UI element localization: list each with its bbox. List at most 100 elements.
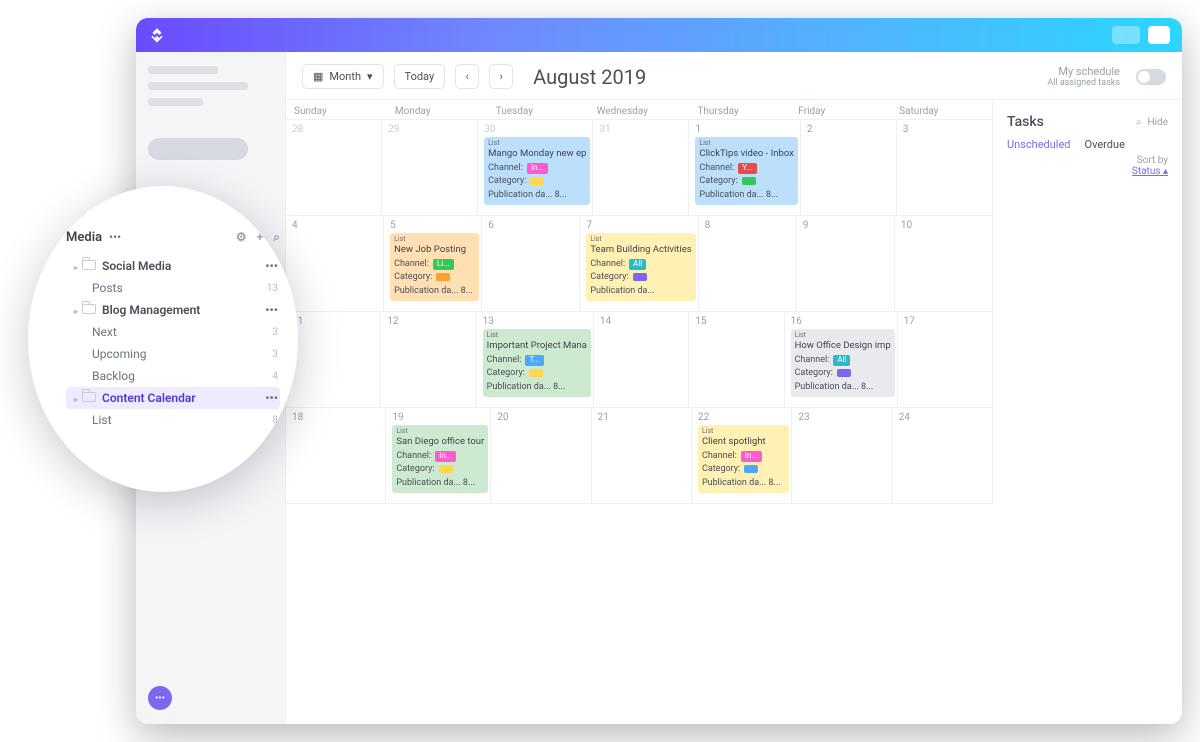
day-cell[interactable]: 11: [286, 312, 381, 407]
more-icon[interactable]: •••: [265, 391, 278, 405]
item-count: 13: [267, 283, 278, 294]
day-cell[interactable]: 20: [491, 408, 591, 503]
list-item[interactable]: List8: [66, 409, 280, 431]
skeleton-line: [148, 66, 218, 74]
day-cell[interactable]: 23: [792, 408, 892, 503]
titlebar-square[interactable]: [1148, 26, 1170, 44]
day-header: Saturday: [891, 100, 992, 119]
day-cell[interactable]: 4: [286, 216, 384, 311]
day-cell[interactable]: 16 ListHow Office Design impChannel: AllC…: [785, 312, 898, 407]
day-cell[interactable]: 29: [382, 120, 478, 215]
folder-tree: ▸Social Media•••Posts13▸Blog Management•…: [66, 255, 280, 431]
list-item[interactable]: Backlog4: [66, 365, 280, 387]
task-list-label: List: [795, 331, 891, 340]
list-item[interactable]: Next3: [66, 321, 280, 343]
task-list-label: List: [487, 331, 587, 340]
schedule-toggle[interactable]: [1136, 69, 1166, 85]
day-cell[interactable]: 3: [897, 120, 992, 215]
day-number: 30: [484, 124, 590, 135]
task-card[interactable]: ListHow Office Design impChannel: AllCat…: [791, 329, 895, 397]
task-card[interactable]: ListMango Monday new epChannel: In...Cat…: [484, 137, 590, 205]
tab-unscheduled[interactable]: Unscheduled: [1007, 138, 1071, 151]
task-pubdate: Publication da... 8...: [795, 381, 891, 393]
day-cell[interactable]: 8: [699, 216, 797, 311]
chat-icon[interactable]: •••: [148, 686, 172, 710]
day-number: 24: [899, 412, 990, 423]
week-row: 45 ListNew Job PostingChannel: Li...Categ…: [286, 216, 992, 312]
titlebar-pill[interactable]: [1112, 26, 1140, 44]
day-cell[interactable]: 9: [797, 216, 895, 311]
task-card[interactable]: ListClient spotlightChannel: In...Catego…: [698, 425, 789, 493]
day-number: 1: [695, 124, 797, 135]
search-icon[interactable]: ⌕: [273, 230, 280, 245]
task-list-label: List: [394, 235, 475, 244]
task-category: Category:: [487, 367, 587, 379]
task-card[interactable]: ListNew Job PostingChannel: Li...Categor…: [390, 233, 479, 301]
day-cell[interactable]: 17: [898, 312, 992, 407]
day-cell[interactable]: 10: [895, 216, 992, 311]
day-cell[interactable]: 2: [801, 120, 897, 215]
prev-button[interactable]: ‹: [455, 64, 479, 89]
list-item[interactable]: Posts13: [66, 277, 280, 299]
day-cell[interactable]: 5 ListNew Job PostingChannel: Li...Catego…: [384, 216, 482, 311]
day-cell[interactable]: 13ListImportant Project ManaChannel: T..…: [477, 312, 594, 407]
folder-item[interactable]: ▸Content Calendar•••: [66, 387, 280, 409]
tasks-tabs: Unscheduled Overdue: [1007, 138, 1168, 151]
skeleton-search: [148, 138, 248, 160]
main: ▦ Month ▾ Today ‹ › August 2019 My sched…: [286, 52, 1182, 724]
search-icon: ⌕: [1136, 117, 1142, 128]
task-card[interactable]: ListImportant Project ManaChannel: T...C…: [483, 329, 591, 397]
day-cell[interactable]: 24: [893, 408, 992, 503]
next-button[interactable]: ›: [489, 64, 513, 89]
task-channel: Channel: All: [795, 354, 891, 366]
day-cell[interactable]: 12: [381, 312, 476, 407]
folder-item[interactable]: ▸Blog Management•••: [66, 299, 280, 321]
day-cell[interactable]: 30 ListMango Monday new epChannel: In...C…: [478, 120, 593, 215]
gear-icon[interactable]: ⚙: [236, 230, 247, 245]
list-item[interactable]: Upcoming3: [66, 343, 280, 365]
day-number: 10: [901, 220, 990, 231]
day-number: 9: [803, 220, 892, 231]
day-cell[interactable]: 22ListClient spotlightChannel: In...Cate…: [692, 408, 792, 503]
more-icon[interactable]: •••: [106, 230, 121, 244]
day-number: 3: [903, 124, 990, 135]
task-title: Mango Monday new ep: [488, 148, 586, 161]
day-number: 15: [695, 316, 781, 327]
day-number: 5: [390, 220, 479, 231]
day-header: Monday: [387, 100, 488, 119]
task-channel: Channel: All: [590, 258, 691, 270]
day-cell[interactable]: 1 ListClickTips video - InboxChannel: Y..…: [689, 120, 800, 215]
task-category: Category:: [396, 463, 484, 475]
day-cell[interactable]: 21: [592, 408, 692, 503]
view-select[interactable]: ▦ Month ▾: [302, 64, 384, 89]
task-pubdate: Publication da... 8...: [488, 189, 586, 201]
week-row: 111213ListImportant Project ManaChannel:…: [286, 312, 992, 408]
day-number: 4: [292, 220, 381, 231]
day-cell[interactable]: 31: [593, 120, 689, 215]
day-cell[interactable]: 28: [286, 120, 382, 215]
day-headers: SundayMondayTuesdayWednesdayThursdayFrid…: [286, 100, 992, 120]
tab-overdue[interactable]: Overdue: [1085, 138, 1125, 151]
more-icon[interactable]: •••: [265, 259, 278, 273]
day-cell[interactable]: 18: [286, 408, 386, 503]
task-category: Category:: [702, 463, 785, 475]
task-card[interactable]: ListTeam Building ActivitiesChannel: All…: [586, 233, 695, 301]
task-card[interactable]: ListClickTips video - InboxChannel: Y...…: [695, 137, 797, 205]
day-number: 14: [600, 316, 686, 327]
day-header: Thursday: [689, 100, 790, 119]
day-cell[interactable]: 15: [689, 312, 784, 407]
day-cell[interactable]: 19ListSan Diego office tourChannel: In..…: [386, 408, 491, 503]
hide-button[interactable]: ⌕ Hide: [1136, 117, 1168, 128]
day-cell[interactable]: 7ListTeam Building ActivitiesChannel: Al…: [580, 216, 698, 311]
task-card[interactable]: ListSan Diego office tourChannel: In...C…: [392, 425, 488, 493]
calendar-icon: ▦: [313, 70, 323, 83]
sort-control[interactable]: Sort by Status ▴: [1007, 155, 1168, 177]
day-cell[interactable]: 6: [482, 216, 580, 311]
day-cell[interactable]: 14: [594, 312, 689, 407]
more-icon[interactable]: •••: [265, 303, 278, 317]
plus-icon[interactable]: +: [257, 230, 264, 245]
folder-item[interactable]: ▸Social Media•••: [66, 255, 280, 277]
today-button[interactable]: Today: [394, 64, 446, 89]
schedule-toggle-label: My schedule All assigned tasks: [1047, 65, 1120, 89]
day-number: 16: [791, 316, 895, 327]
